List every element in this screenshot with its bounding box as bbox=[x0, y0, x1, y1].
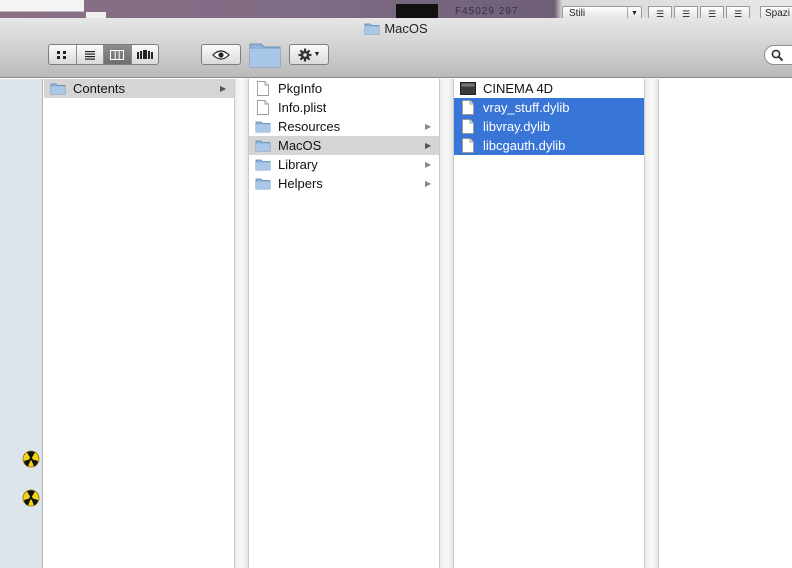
folder-icon[interactable] bbox=[249, 40, 281, 68]
folder-icon bbox=[49, 81, 67, 97]
disclosure-arrow-icon: ▶ bbox=[425, 160, 432, 169]
background-window bbox=[0, 0, 84, 12]
list-item[interactable]: Library ▶ bbox=[249, 155, 439, 174]
list-item-label: CINEMA 4D bbox=[483, 81, 554, 96]
document-icon bbox=[254, 100, 272, 116]
list-icon bbox=[84, 50, 95, 60]
list-item-label: vray_stuff.dylib bbox=[483, 100, 570, 115]
list-item-label: PkgInfo bbox=[278, 81, 323, 96]
column-resize-handle[interactable] bbox=[439, 79, 454, 568]
action-menu-button[interactable]: ▼ bbox=[289, 44, 329, 65]
radioactive-icon[interactable] bbox=[22, 450, 40, 468]
view-switcher bbox=[48, 44, 159, 65]
search-icon bbox=[771, 49, 784, 62]
eye-icon bbox=[212, 49, 230, 60]
search-field[interactable] bbox=[764, 45, 792, 65]
column-resize-handle[interactable] bbox=[644, 79, 659, 568]
list-item-label: MacOS bbox=[278, 138, 322, 153]
document-icon bbox=[254, 81, 272, 97]
folder-icon bbox=[254, 138, 272, 154]
list-item-label: Resources bbox=[278, 119, 341, 134]
list-item[interactable]: CINEMA 4D bbox=[454, 79, 644, 98]
browser-column-2: PkgInfo Info.plist Resources ▶ MacOS ▶ Library… bbox=[249, 79, 439, 568]
list-item-label: Helpers bbox=[278, 176, 323, 191]
radioactive-icon[interactable] bbox=[22, 489, 40, 507]
list-item-label: libvray.dylib bbox=[483, 119, 550, 134]
coverflow-view-button[interactable] bbox=[132, 45, 159, 64]
quicklook-button[interactable] bbox=[201, 44, 241, 65]
window-title: MacOS bbox=[0, 21, 792, 38]
list-item-label: Contents bbox=[73, 81, 126, 96]
icon-view-button[interactable] bbox=[49, 45, 77, 64]
document-icon bbox=[459, 100, 477, 116]
list-item[interactable]: MacOS ▶ bbox=[249, 136, 439, 155]
browser-column-4 bbox=[659, 79, 792, 568]
grid-icon bbox=[57, 50, 67, 59]
list-item-label: Info.plist bbox=[278, 100, 327, 115]
document-icon bbox=[459, 119, 477, 135]
column-view-button[interactable] bbox=[104, 45, 132, 64]
list-item-label: libcgauth.dylib bbox=[483, 138, 566, 153]
window-title-text: MacOS bbox=[384, 21, 428, 36]
document-icon bbox=[459, 138, 477, 154]
disclosure-arrow-icon: ▶ bbox=[425, 179, 432, 188]
list-item[interactable]: PkgInfo bbox=[249, 79, 439, 98]
disclosure-arrow-icon: ▶ bbox=[425, 122, 432, 131]
list-view-button[interactable] bbox=[77, 45, 104, 64]
browser-column-1: Contents ▶ bbox=[44, 79, 234, 568]
list-item[interactable]: libvray.dylib bbox=[454, 117, 644, 136]
disclosure-arrow-icon: ▶ bbox=[220, 84, 227, 93]
background-text: F45029 297 bbox=[455, 6, 519, 17]
folder-icon bbox=[254, 157, 272, 173]
coverflow-icon bbox=[136, 49, 153, 59]
list-item[interactable]: Contents ▶ bbox=[44, 79, 234, 98]
folder-icon bbox=[364, 23, 380, 35]
list-item[interactable]: Helpers ▶ bbox=[249, 174, 439, 193]
list-item-label: Library bbox=[278, 157, 318, 172]
gear-icon bbox=[298, 48, 312, 61]
list-item[interactable]: libcgauth.dylib bbox=[454, 136, 644, 155]
chevron-down-icon: ▼ bbox=[313, 51, 321, 58]
sidebar bbox=[0, 79, 43, 568]
browser-column-3: CINEMA 4D vray_stuff.dylib libvray.dylib li… bbox=[454, 79, 644, 568]
columns-icon bbox=[110, 49, 125, 60]
folder-icon bbox=[254, 176, 272, 192]
list-item[interactable]: Info.plist bbox=[249, 98, 439, 117]
list-item[interactable]: Resources ▶ bbox=[249, 117, 439, 136]
executable-icon bbox=[459, 81, 477, 97]
folder-icon bbox=[254, 119, 272, 135]
list-item[interactable]: vray_stuff.dylib bbox=[454, 98, 644, 117]
finder-toolbar: MacOS ▼ bbox=[0, 18, 792, 78]
disclosure-arrow-icon: ▶ bbox=[425, 141, 432, 150]
column-resize-handle[interactable] bbox=[234, 79, 249, 568]
screen: F45029 297 Stili ▼ ☰ ☰ ☰ ☰ Spazi MacOS ▼… bbox=[0, 0, 792, 568]
